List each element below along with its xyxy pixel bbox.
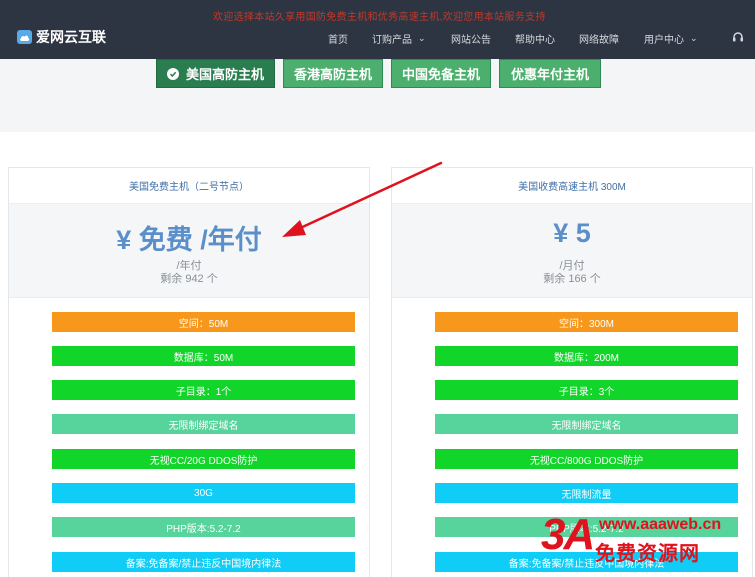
nav-label: 帮助中心 [515, 35, 555, 46]
plan-price: ¥ 免费 /年付 [116, 225, 262, 255]
tab-cn-free-hosting[interactable]: 中国免备主机 [391, 59, 491, 88]
watermark-url: www.aaaweb.cn [599, 516, 722, 533]
nav-user-center[interactable]: 用户中心 ⌄ [644, 31, 698, 46]
tab-hk-protected-hosting[interactable]: 香港高防主机 [283, 59, 383, 88]
watermark-mark: 3A [541, 510, 595, 559]
nav-help[interactable]: 帮助中心 [515, 31, 555, 46]
nav-label: 网站公告 [451, 35, 491, 46]
watermark-text: 免费资源网 [595, 543, 700, 565]
headset-icon[interactable] [732, 31, 744, 43]
chevron-down-icon: ⌄ [690, 33, 698, 43]
tab-label: 香港高防主机 [293, 67, 372, 82]
plan-title: 美国收费高速主机 300M [392, 168, 752, 204]
plan-feature-ddos: 无视CC/20G DDOS防护 [52, 449, 355, 469]
watermark: 3A www.aaaweb.cn 免费资源网 [541, 510, 746, 576]
plan-price-box: ¥ 5 /月付 剩余 166 个 [392, 204, 752, 298]
plan-feature-domains: 无限制绑定域名 [435, 414, 738, 434]
plan-feature-subdirs: 子目录：1个 [52, 380, 355, 400]
plan-feature-subdirs: 子目录：3个 [435, 380, 738, 400]
nav-label: 用户中心 [644, 35, 684, 46]
plan-stock: 剩余 166 个 [543, 273, 601, 285]
check-circle-icon [166, 67, 179, 80]
nav-announcements[interactable]: 网站公告 [451, 31, 491, 46]
plan-price: ¥ 5 [553, 218, 591, 248]
plan-feature-disk: 空间：300M [435, 312, 738, 332]
nav-products[interactable]: 订购产品 ⌄ [372, 31, 426, 46]
nav-label: 首页 [328, 35, 348, 46]
top-navbar: 欢迎选择本站久享用国防免费主机和优秀高速主机,欢迎您用本站服务支持 爱网云互联 … [0, 0, 755, 59]
nav-label: 订购产品 [372, 35, 412, 46]
announcement-marquee: 欢迎选择本站久享用国防免费主机和优秀高速主机,欢迎您用本站服务支持 [213, 12, 546, 23]
plan-feature-database: 数据库：50M [52, 346, 355, 366]
plan-feature-traffic: 30G [52, 483, 355, 503]
chevron-down-icon: ⌄ [418, 33, 426, 43]
tab-label: 美国高防主机 [185, 67, 264, 82]
main-nav: 首页 订购产品 ⌄ 网站公告 帮助中心 网络故障 用户中心 ⌄ [0, 31, 755, 46]
plan-feature-ddos: 无视CC/800G DDOS防护 [435, 449, 738, 469]
nav-label: 网络故障 [579, 35, 619, 46]
plan-price-box: ¥ 免费 /年付 /年付 剩余 942 个 [9, 204, 369, 298]
plan-feature-disk: 空间：50M [52, 312, 355, 332]
tab-us-protected-hosting[interactable]: 美国高防主机 [156, 59, 275, 88]
plan-feature-icp: 备案:免备案/禁止违反中国境内律法 [52, 552, 355, 572]
nav-network-status[interactable]: 网络故障 [579, 31, 619, 46]
plan-feature-database: 数据库：200M [435, 346, 738, 366]
tab-label: 中国免备主机 [401, 67, 480, 82]
plan-stock: 剩余 942 个 [160, 273, 218, 285]
tab-annual-discount-hosting[interactable]: 优惠年付主机 [499, 59, 601, 88]
plan-title: 美国免费主机（二号节点） [9, 168, 369, 204]
plan-feature-traffic: 无限制流量 [435, 483, 738, 503]
tab-label: 优惠年付主机 [510, 67, 589, 82]
plan-card-free: 美国免费主机（二号节点） ¥ 免费 /年付 /年付 剩余 942 个 空间：50… [8, 167, 370, 577]
plan-feature-domains: 无限制绑定域名 [52, 414, 355, 434]
plan-feature-php: PHP版本:5.2-7.2 [52, 517, 355, 537]
nav-home[interactable]: 首页 [328, 31, 348, 46]
